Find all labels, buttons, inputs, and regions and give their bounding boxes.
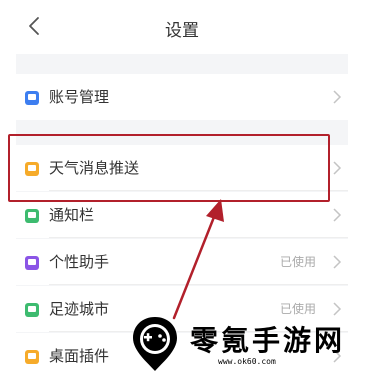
chevron-right-icon [333,161,342,175]
settings-item-status: 已使用 [279,255,316,269]
divider [49,284,348,285]
gamepad-pin-logo [133,317,177,371]
settings-item-label: 桌面插件 [49,347,110,365]
notification-icon [25,209,39,223]
chevron-right-icon [333,255,342,269]
watermark-url: www.ok60.com [218,357,276,366]
account-icon [25,91,39,105]
page-title: 设置 [165,21,199,41]
assistant-icon [25,256,39,270]
highlight-box [8,134,330,202]
settings-item-label: 个性助手 [49,253,110,271]
watermark-name: 零氪手游网 [190,324,346,357]
settings-item-label: 通知栏 [49,206,95,224]
chevron-right-icon [333,208,342,222]
header-bar: 设置 [16,0,348,54]
settings-item-account[interactable]: 账号管理 [16,74,348,120]
settings-item-assistant[interactable]: 个性助手 已使用 [16,239,348,285]
widget-icon [25,350,39,364]
divider [49,237,348,238]
settings-item-label: 足迹城市 [49,300,110,318]
chevron-right-icon [333,90,342,104]
watermark: 零氪手游网 www.ok60.com [126,315,366,375]
footprint-icon [25,303,39,317]
settings-item-label: 账号管理 [49,88,110,106]
